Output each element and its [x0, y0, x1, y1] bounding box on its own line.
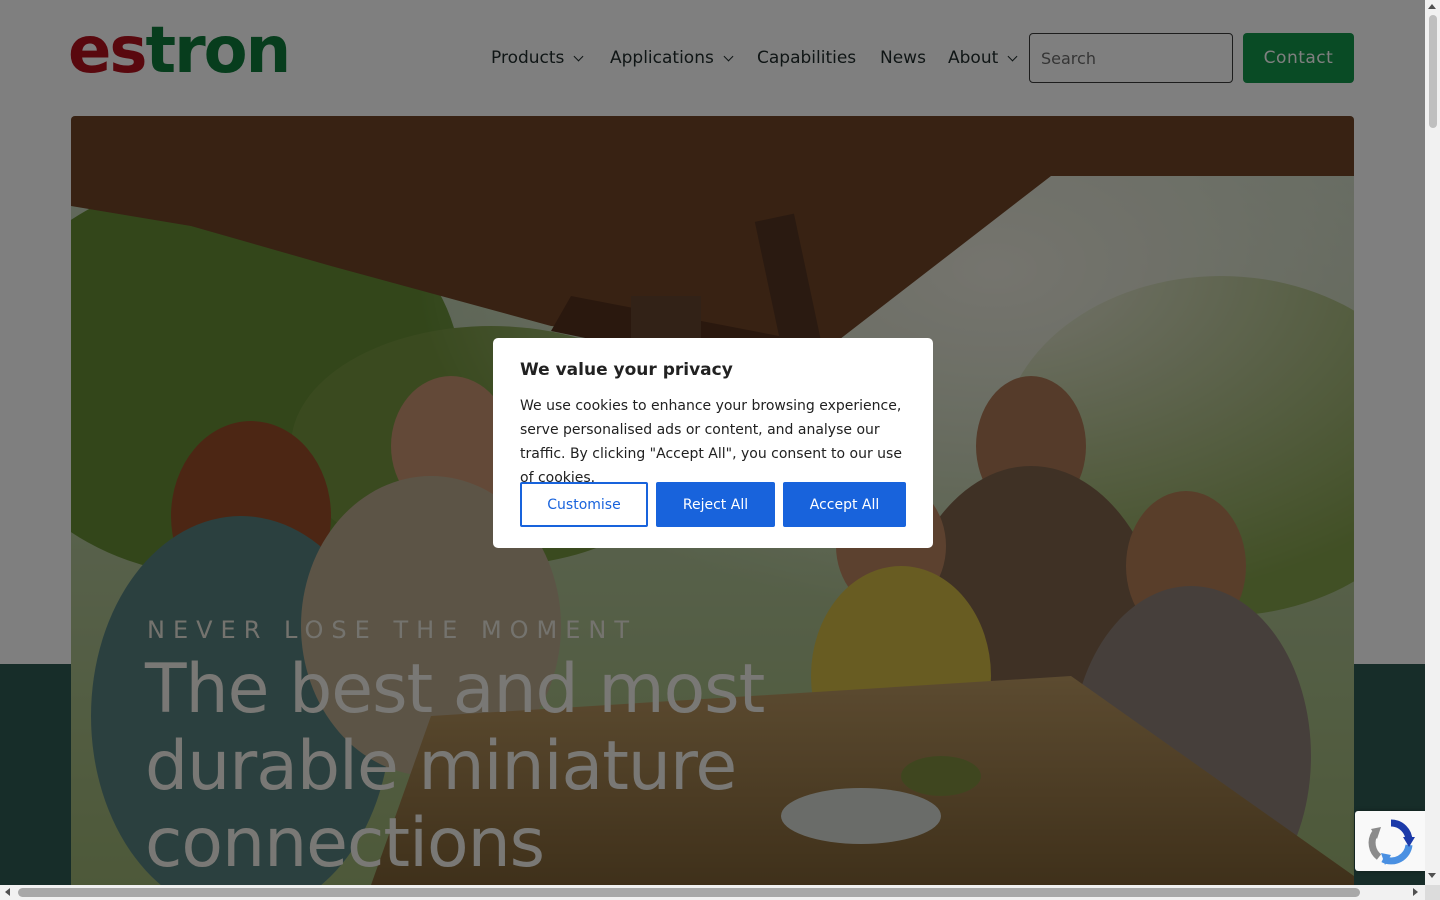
- scroll-up-arrow-icon[interactable]: [1428, 4, 1436, 9]
- scrollbar-corner: [1425, 885, 1440, 900]
- scroll-down-arrow-icon[interactable]: [1428, 873, 1436, 878]
- reject-all-button[interactable]: Reject All: [656, 482, 775, 527]
- cookie-consent-dialog: We value your privacy We use cookies to …: [493, 338, 933, 548]
- recaptcha-icon: [1368, 819, 1415, 865]
- horizontal-scrollbar-thumb[interactable]: [18, 888, 1360, 897]
- recaptcha-badge[interactable]: [1355, 811, 1425, 871]
- vertical-scrollbar-thumb[interactable]: [1429, 15, 1437, 128]
- accept-all-button[interactable]: Accept All: [783, 482, 906, 527]
- scroll-right-arrow-icon[interactable]: [1413, 888, 1418, 896]
- cookie-button-row: Customise Reject All Accept All: [520, 482, 906, 527]
- page: estron Products Applications Capabilitie…: [0, 0, 1425, 885]
- customise-button[interactable]: Customise: [520, 482, 648, 527]
- vertical-scrollbar[interactable]: [1425, 0, 1440, 885]
- cookie-body: We use cookies to enhance your browsing …: [520, 398, 902, 486]
- cookie-title: We value your privacy: [520, 360, 733, 380]
- scroll-left-arrow-icon[interactable]: [5, 888, 10, 896]
